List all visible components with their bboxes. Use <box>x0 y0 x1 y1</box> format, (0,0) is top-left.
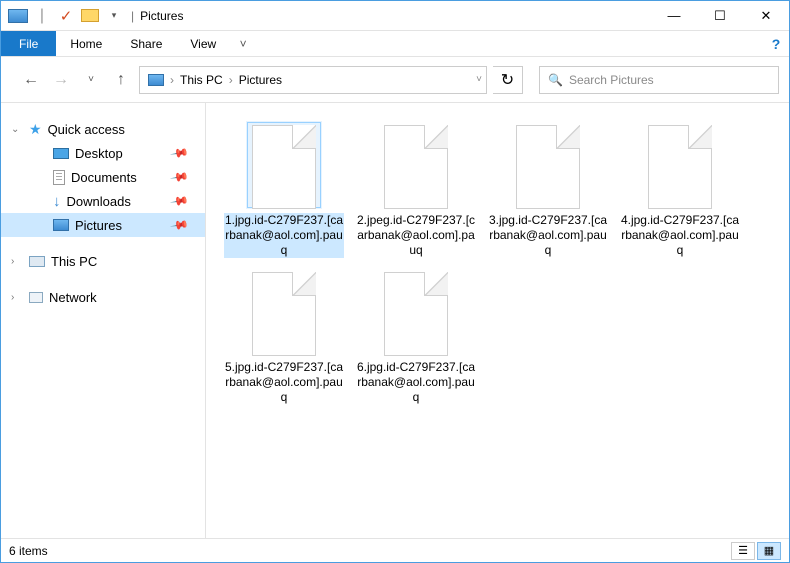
help-icon[interactable]: ? <box>763 31 789 56</box>
sidebar-item-desktop[interactable]: Desktop 📌 <box>1 141 205 165</box>
file-name: 4.jpg.id-C279F237.[carbanak@aol.com].pau… <box>620 213 740 258</box>
sidebar-item-label: Pictures <box>75 218 122 233</box>
document-icon <box>53 170 65 185</box>
file-tab[interactable]: File <box>1 31 56 56</box>
file-icon <box>246 268 322 356</box>
breadcrumb-pictures[interactable]: Pictures <box>235 73 286 87</box>
navigation-bar: ← → ˅ ↑ › This PC › Pictures ˅ ↻ 🔍 Searc… <box>1 57 789 103</box>
sidebar-item-downloads[interactable]: ↓ Downloads 📌 <box>1 189 205 213</box>
maximize-button[interactable]: ☐ <box>697 1 743 31</box>
minimize-button[interactable]: — <box>651 1 697 31</box>
pin-icon: 📌 <box>169 167 189 187</box>
address-dropdown-icon[interactable]: ˅ <box>476 74 482 85</box>
sidebar-network[interactable]: › Network <box>1 285 205 309</box>
sidebar-item-label: Downloads <box>67 194 131 209</box>
file-item[interactable]: 6.jpg.id-C279F237.[carbanak@aol.com].pau… <box>356 268 476 405</box>
expand-icon[interactable]: › <box>11 256 14 267</box>
item-count: 6 items <box>9 544 48 558</box>
search-input[interactable]: 🔍 Search Pictures <box>539 66 779 94</box>
tab-home[interactable]: Home <box>56 31 116 56</box>
pin-icon: 📌 <box>169 215 189 235</box>
file-name: 3.jpg.id-C279F237.[carbanak@aol.com].pau… <box>488 213 608 258</box>
file-name: 5.jpg.id-C279F237.[carbanak@aol.com].pau… <box>224 360 344 405</box>
search-placeholder: Search Pictures <box>569 73 654 87</box>
sidebar-item-label: This PC <box>51 254 97 269</box>
tab-share[interactable]: Share <box>116 31 176 56</box>
expand-icon[interactable]: › <box>11 292 14 303</box>
search-icon: 🔍 <box>548 73 563 87</box>
file-item[interactable]: 3.jpg.id-C279F237.[carbanak@aol.com].pau… <box>488 121 608 258</box>
sidebar-item-pictures[interactable]: Pictures 📌 <box>1 213 205 237</box>
title-bar-separator: | <box>131 9 134 23</box>
network-icon <box>29 292 43 303</box>
address-icon <box>144 74 168 86</box>
sidebar-this-pc[interactable]: › This PC <box>1 249 205 273</box>
tab-view[interactable]: View <box>176 31 230 56</box>
qat-properties-icon[interactable]: ✓ <box>55 5 77 27</box>
file-icon <box>642 121 718 209</box>
qat-dropdown-icon[interactable]: ▾ <box>103 5 125 27</box>
ribbon-expand-icon[interactable]: ˅ <box>230 31 256 56</box>
file-icon <box>510 121 586 209</box>
sidebar-item-label: Desktop <box>75 146 123 161</box>
chevron-right-icon: › <box>227 73 235 87</box>
sidebar-item-label: Network <box>49 290 97 305</box>
file-icon <box>378 268 454 356</box>
file-item[interactable]: 1.jpg.id-C279F237.[carbanak@aol.com].pau… <box>224 121 344 258</box>
file-name: 2.jpeg.id-C279F237.[carbanak@aol.com].pa… <box>356 213 476 258</box>
qat-separator: | <box>31 5 53 27</box>
navigation-pane: ⌄ ★ Quick access Desktop 📌 Documents 📌 ↓… <box>1 103 206 538</box>
explorer-app-icon <box>7 5 29 27</box>
sidebar-item-documents[interactable]: Documents 📌 <box>1 165 205 189</box>
quick-access-toolbar: | ✓ ▾ <box>1 5 125 27</box>
up-button[interactable]: ↑ <box>109 68 133 92</box>
status-bar: 6 items ☰ ▦ <box>1 538 789 562</box>
sidebar-item-label: Documents <box>71 170 137 185</box>
pin-icon: 📌 <box>169 143 189 163</box>
ribbon-tabs: File Home Share View ˅ ? <box>1 31 789 57</box>
title-bar: | ✓ ▾ | Pictures — ☐ ✕ <box>1 1 789 31</box>
file-icon <box>246 121 322 209</box>
recent-locations-icon[interactable]: ˅ <box>79 68 103 92</box>
file-icon <box>378 121 454 209</box>
view-details-button[interactable]: ☰ <box>731 542 755 560</box>
back-button[interactable]: ← <box>19 68 43 92</box>
sidebar-quick-access[interactable]: ⌄ ★ Quick access <box>1 117 205 141</box>
breadcrumb-thispc[interactable]: This PC <box>176 73 227 87</box>
sidebar-item-label: Quick access <box>48 122 125 137</box>
download-icon: ↓ <box>53 193 61 210</box>
pictures-icon <box>53 219 69 231</box>
expand-icon[interactable]: ⌄ <box>11 124 19 135</box>
file-name: 1.jpg.id-C279F237.[carbanak@aol.com].pau… <box>224 213 344 258</box>
file-item[interactable]: 4.jpg.id-C279F237.[carbanak@aol.com].pau… <box>620 121 740 258</box>
refresh-button[interactable]: ↻ <box>493 66 523 94</box>
file-name: 6.jpg.id-C279F237.[carbanak@aol.com].pau… <box>356 360 476 405</box>
desktop-icon <box>53 148 69 159</box>
file-list[interactable]: 1.jpg.id-C279F237.[carbanak@aol.com].pau… <box>206 103 789 538</box>
address-bar[interactable]: › This PC › Pictures ˅ <box>139 66 487 94</box>
view-icons-button[interactable]: ▦ <box>757 542 781 560</box>
qat-newfolder-icon[interactable] <box>79 5 101 27</box>
forward-button[interactable]: → <box>49 68 73 92</box>
pin-icon: 📌 <box>169 191 189 211</box>
file-item[interactable]: 2.jpeg.id-C279F237.[carbanak@aol.com].pa… <box>356 121 476 258</box>
window-title: Pictures <box>140 9 183 23</box>
file-item[interactable]: 5.jpg.id-C279F237.[carbanak@aol.com].pau… <box>224 268 344 405</box>
close-button[interactable]: ✕ <box>743 1 789 31</box>
pc-icon <box>29 256 45 267</box>
star-icon: ★ <box>29 121 42 138</box>
chevron-right-icon: › <box>168 73 176 87</box>
